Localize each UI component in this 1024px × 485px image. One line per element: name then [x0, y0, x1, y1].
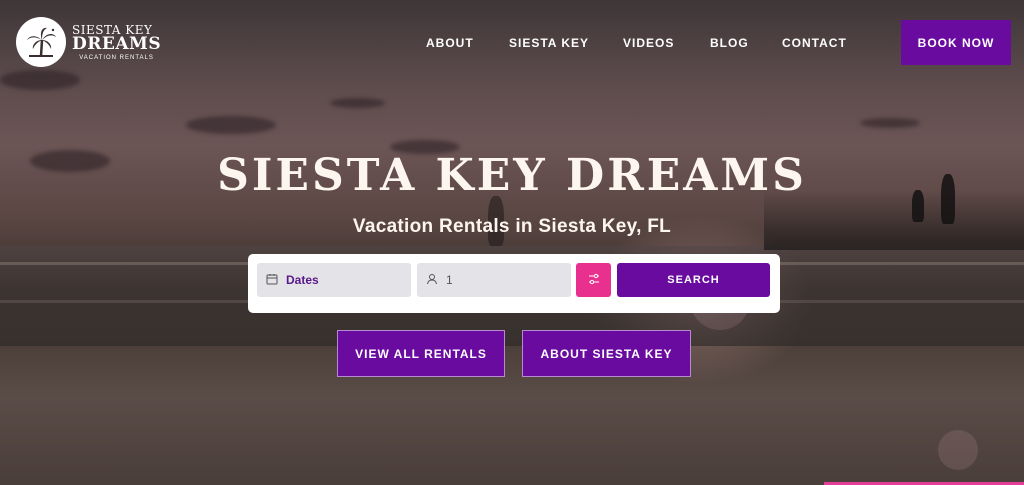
- logo-line2: DREAMS: [72, 33, 162, 54]
- nav-item-videos[interactable]: VIDEOS: [623, 36, 674, 50]
- book-now-button[interactable]: BOOK NOW: [901, 20, 1011, 65]
- dates-label: Dates: [286, 273, 319, 287]
- filter-button[interactable]: [576, 263, 611, 297]
- dates-field[interactable]: Dates: [257, 263, 411, 297]
- cloud: [0, 70, 80, 90]
- hero-background: [0, 0, 1024, 485]
- palm-tree-icon: [16, 17, 66, 67]
- calendar-icon: [266, 273, 278, 288]
- cloud: [186, 116, 276, 134]
- logo-line3: VACATION RENTALS: [79, 54, 154, 61]
- search-button[interactable]: SEARCH: [617, 263, 770, 297]
- cloud: [330, 98, 385, 108]
- about-siesta-key-button[interactable]: ABOUT SIESTA KEY: [522, 330, 691, 377]
- search-box: Dates 1 SEARCH: [248, 254, 780, 313]
- hero-subtitle: Vacation Rentals in Siesta Key, FL: [352, 216, 672, 237]
- view-all-rentals-button[interactable]: VIEW ALL RENTALS: [337, 330, 505, 377]
- lens-flare: [938, 430, 978, 470]
- guests-value: 1: [446, 273, 453, 287]
- nav-item-about[interactable]: ABOUT: [426, 36, 474, 50]
- hero-title: SIESTA KEY DREAMS: [217, 150, 807, 201]
- sliders-icon: [587, 272, 601, 289]
- cloud: [860, 118, 920, 128]
- logo-text: SIESTA KEY DREAMS VACATION RENTALS: [72, 24, 161, 61]
- nav-item-siesta-key[interactable]: SIESTA KEY: [509, 36, 589, 50]
- user-icon: [426, 273, 438, 288]
- logo[interactable]: SIESTA KEY DREAMS VACATION RENTALS: [16, 17, 161, 67]
- guests-field[interactable]: 1: [417, 263, 571, 297]
- nav-item-contact[interactable]: CONTACT: [782, 36, 847, 50]
- nav-item-blog[interactable]: BLOG: [710, 36, 749, 50]
